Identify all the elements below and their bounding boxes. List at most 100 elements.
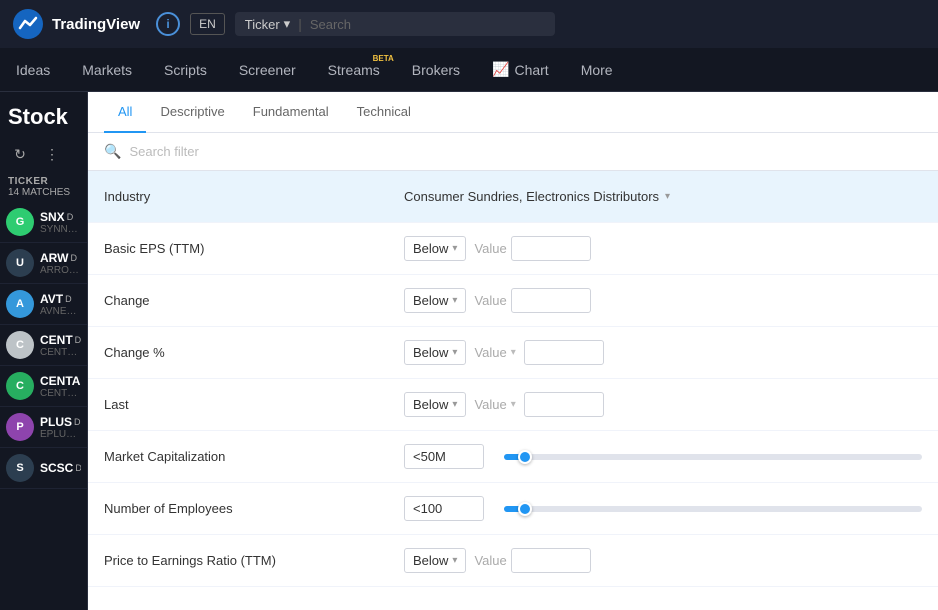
avatar: S <box>6 454 34 482</box>
filter-rows: Industry Consumer Sundries, Electronics … <box>88 171 938 610</box>
stock-name: EPLUS INC <box>40 429 81 440</box>
stock-name: ARROW E <box>40 265 81 276</box>
search-icon: 🔍 <box>104 143 121 160</box>
main-nav: Ideas Markets Scripts Screener Streams B… <box>0 48 938 92</box>
industry-chevron-icon: ▾ <box>665 191 670 202</box>
slider-thumb[interactable] <box>518 450 532 464</box>
stock-badge: D <box>75 335 81 345</box>
logo-text: TradingView <box>52 16 140 33</box>
avatar: A <box>6 290 34 318</box>
below-chevron-icon: ▾ <box>452 243 457 254</box>
avatar: P <box>6 413 34 441</box>
panel-title: Stock <box>0 92 87 136</box>
logo[interactable]: TradingView <box>12 8 140 40</box>
market-cap-input[interactable] <box>404 444 484 469</box>
slider-thumb[interactable] <box>518 502 532 516</box>
filter-label-last: Last <box>104 397 404 412</box>
language-button[interactable]: EN <box>190 13 225 35</box>
last-value-input[interactable] <box>524 392 604 417</box>
value-label: Value <box>474 293 506 308</box>
nav-item-brokers[interactable]: Brokers <box>396 48 476 92</box>
value-chevron-icon: ▾ <box>511 347 516 358</box>
below-chevron-icon: ▾ <box>452 295 457 306</box>
global-search-input[interactable] <box>310 17 545 32</box>
stock-symbol: CENTA <box>40 374 80 388</box>
industry-value-text: Consumer Sundries, Electronics Distribut… <box>404 189 659 204</box>
basic-eps-value-input[interactable] <box>511 236 591 261</box>
ticker-header: TICKER 14 MATCHES <box>0 172 87 202</box>
list-item[interactable]: G SNX D SYNNEX C <box>0 202 87 243</box>
filter-label-basic-eps: Basic EPS (TTM) <box>104 241 404 256</box>
left-panel: Stock ↻ ⋮ TICKER 14 MATCHES G SNX D SYNN… <box>0 92 88 610</box>
stock-badge: D <box>75 463 81 473</box>
nav-item-ideas[interactable]: Ideas <box>0 48 66 92</box>
list-item[interactable]: C CENT D CENTRAL <box>0 325 87 366</box>
tab-all[interactable]: All <box>104 92 146 133</box>
num-employees-slider[interactable] <box>504 506 922 512</box>
filter-search-input[interactable] <box>129 144 922 159</box>
list-item[interactable]: U ARW D ARROW E <box>0 243 87 284</box>
filter-row-basic-eps: Basic EPS (TTM) Below ▾ Value <box>88 223 938 275</box>
stock-symbol: PLUS <box>40 415 72 429</box>
search-bar: Ticker ▾ | <box>235 12 555 36</box>
filter-row-change: Change Below ▾ Value <box>88 275 938 327</box>
filter-label-market-cap: Market Capitalization <box>104 449 404 464</box>
tab-fundamental[interactable]: Fundamental <box>239 92 343 133</box>
filter-tab-bar: All Descriptive Fundamental Technical <box>88 92 938 133</box>
change-pct-value-selector[interactable]: Value ▾ <box>474 345 515 360</box>
value-label: Value <box>474 241 506 256</box>
avatar: C <box>6 372 34 400</box>
filter-row-industry: Industry Consumer Sundries, Electronics … <box>88 171 938 223</box>
basic-eps-condition-selector[interactable]: Below ▾ <box>404 236 466 261</box>
topbar: TradingView i EN Ticker ▾ | <box>0 0 938 48</box>
change-pct-value-input[interactable] <box>524 340 604 365</box>
filter-label-pe-ratio: Price to Earnings Ratio (TTM) <box>104 553 404 568</box>
more-options-button[interactable]: ⋮ <box>38 140 66 168</box>
filter-row-change-pct: Change % Below ▾ Value ▾ <box>88 327 938 379</box>
below-chevron-icon: ▾ <box>452 347 457 358</box>
stock-symbol: SCSC <box>40 461 73 475</box>
avatar: U <box>6 249 34 277</box>
ticker-column-label: TICKER <box>8 176 79 187</box>
list-item[interactable]: A AVT D AVNET IN <box>0 284 87 325</box>
stock-list: G SNX D SYNNEX C U ARW D ARROW E <box>0 202 87 610</box>
change-pct-condition-selector[interactable]: Below ▾ <box>404 340 466 365</box>
ticker-label: Ticker <box>245 17 280 32</box>
tab-descriptive[interactable]: Descriptive <box>146 92 238 133</box>
stock-name: CENTRAL <box>40 388 81 399</box>
below-chevron-icon: ▾ <box>452 399 457 410</box>
stock-badge: D <box>74 417 81 427</box>
last-value-selector[interactable]: Value ▾ <box>474 397 515 412</box>
avatar: C <box>6 331 34 359</box>
nav-item-more[interactable]: More <box>565 48 629 92</box>
value-chevron-icon: ▾ <box>511 399 516 410</box>
change-condition-selector[interactable]: Below ▾ <box>404 288 466 313</box>
value-label: Value <box>474 553 506 568</box>
list-item[interactable]: P PLUS D EPLUS INC <box>0 407 87 448</box>
nav-item-markets[interactable]: Markets <box>66 48 148 92</box>
main-content: Stock ↻ ⋮ TICKER 14 MATCHES G SNX D SYNN… <box>0 92 938 610</box>
change-value-input[interactable] <box>511 288 591 313</box>
tab-technical[interactable]: Technical <box>343 92 425 133</box>
last-condition-selector[interactable]: Below ▾ <box>404 392 466 417</box>
pe-ratio-value-input[interactable] <box>511 548 591 573</box>
refresh-button[interactable]: ↻ <box>6 140 34 168</box>
market-cap-slider[interactable] <box>504 454 922 460</box>
num-employees-input[interactable] <box>404 496 484 521</box>
pe-ratio-condition-selector[interactable]: Below ▾ <box>404 548 466 573</box>
industry-value-selector[interactable]: Consumer Sundries, Electronics Distribut… <box>404 189 670 204</box>
filter-label-num-employees: Number of Employees <box>104 501 404 516</box>
stock-badge: D <box>67 212 74 222</box>
ticker-selector[interactable]: Ticker ▾ <box>245 16 290 32</box>
chart-icon: 📈 <box>492 61 509 78</box>
nav-item-streams[interactable]: Streams BETA <box>312 48 396 92</box>
stock-badge: D <box>70 253 77 263</box>
list-item[interactable]: S SCSC D <box>0 448 87 489</box>
nav-item-scripts[interactable]: Scripts <box>148 48 223 92</box>
filter-search-bar: 🔍 <box>88 133 938 171</box>
filter-panel: All Descriptive Fundamental Technical 🔍 … <box>88 92 938 610</box>
list-item[interactable]: C CENTA CENTRAL <box>0 366 87 407</box>
nav-item-chart[interactable]: 📈 Chart <box>476 48 565 92</box>
info-button[interactable]: i <box>156 12 180 36</box>
nav-item-screener[interactable]: Screener <box>223 48 312 92</box>
